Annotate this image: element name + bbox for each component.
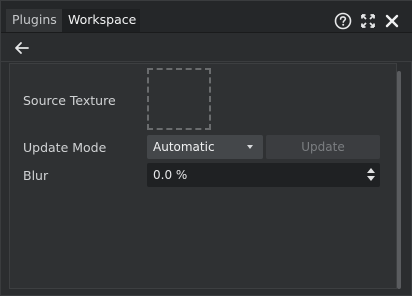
help-icon[interactable] (334, 12, 352, 30)
nav-bar (1, 33, 412, 62)
stepper-icon[interactable] (367, 168, 375, 182)
expand-icon[interactable] (359, 12, 377, 30)
source-texture-label: Source Texture (23, 93, 116, 108)
update-button[interactable]: Update (266, 135, 380, 159)
update-mode-select[interactable]: Automatic (147, 135, 263, 159)
vertical-scrollbar[interactable] (397, 71, 401, 289)
close-icon[interactable] (383, 12, 401, 30)
chevron-down-icon (247, 145, 253, 149)
source-texture-slot[interactable] (147, 68, 211, 130)
update-mode-value: Automatic (153, 140, 215, 154)
tab-bar: Plugins Workspace (1, 1, 412, 33)
arrow-left-icon[interactable] (13, 40, 31, 56)
blur-value: 0.0 % (153, 168, 188, 182)
blur-input[interactable]: 0.0 % (147, 163, 380, 187)
blur-label: Blur (23, 168, 49, 183)
stepper-down-icon[interactable] (367, 176, 375, 181)
workspace-window: Plugins Workspace Source Texture Update … (0, 0, 412, 296)
update-mode-label: Update Mode (23, 140, 107, 155)
tab-workspace[interactable]: Workspace (62, 9, 140, 33)
stepper-up-icon[interactable] (367, 168, 375, 173)
tab-plugins[interactable]: Plugins (6, 9, 62, 33)
